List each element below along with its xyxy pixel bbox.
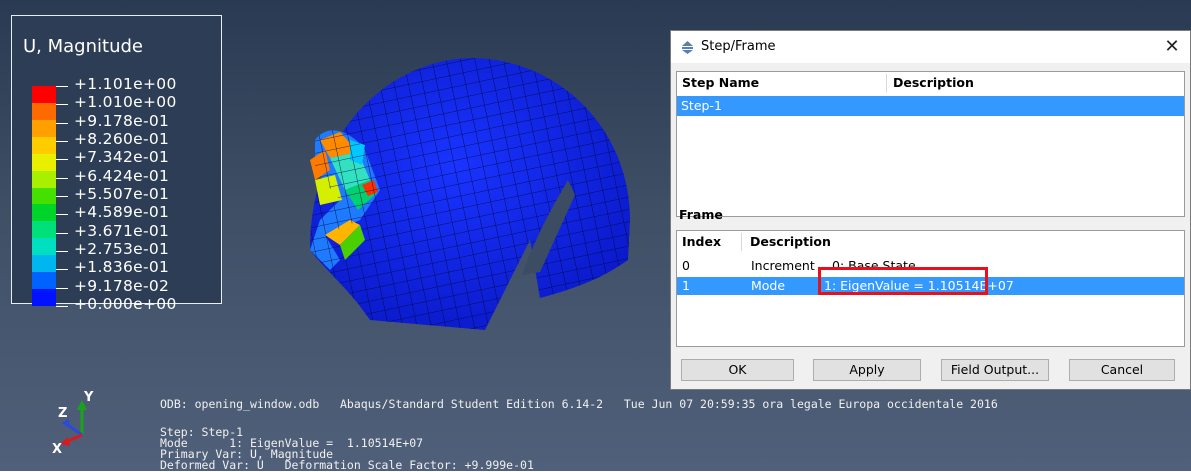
legend-color-cell	[32, 221, 56, 239]
legend-tick	[56, 269, 68, 271]
legend-value-label: +9.178e-02	[74, 276, 170, 295]
axis-triad: Y Z X	[50, 390, 110, 460]
deformed-dome-model[interactable]	[270, 40, 650, 330]
header-divider	[741, 233, 742, 251]
legend-value-label: +1.101e+00	[74, 75, 177, 93]
legend-color-bar	[32, 86, 56, 306]
legend-value-label: +0.000e+00	[74, 295, 177, 313]
legend-value-label: +2.753e-01	[74, 240, 170, 258]
frame-description-header[interactable]: Description	[750, 231, 831, 253]
legend-tick	[56, 232, 68, 234]
frame-type-cell: Mode	[751, 278, 786, 293]
legend-tick	[56, 251, 68, 252]
legend-value-label: +8.260e-01	[74, 130, 170, 148]
frame-index-header[interactable]: Index	[682, 231, 721, 253]
legend-color-cell	[32, 170, 56, 188]
legend-color-cell	[32, 272, 56, 290]
legend-value-label: +3.671e-01	[74, 221, 170, 240]
frame-index-cell: 0	[682, 258, 690, 273]
legend-value-label: +7.342e-01	[74, 148, 170, 167]
legend-tick	[56, 141, 68, 142]
legend-color-cell	[32, 289, 56, 306]
legend-value-label: +4.589e-01	[74, 203, 170, 222]
legend-color-cell	[32, 187, 56, 205]
legend-color-cell	[32, 119, 56, 137]
legend-color-cell	[32, 86, 56, 103]
dialog-titlebar[interactable]: Step/Frame ✕	[671, 31, 1190, 63]
step-name-header[interactable]: Step Name	[682, 72, 759, 94]
cancel-button[interactable]: Cancel	[1069, 359, 1175, 381]
header-divider	[886, 74, 887, 92]
annotation-highlight-box	[818, 267, 988, 295]
odb-info-line: ODB: opening_window.odb Abaqus/Standard …	[160, 397, 998, 411]
legend-title: U, Magnitude	[23, 36, 143, 57]
deformed-var-line: Deformed Var: U Deformation Scale Factor…	[160, 458, 534, 472]
step-row-step-1[interactable]: Step-1	[677, 96, 1184, 116]
legend-value-label: +9.178e-01	[74, 111, 170, 130]
legend-value-label: +6.424e-01	[74, 166, 170, 185]
close-button[interactable]: ✕	[1160, 35, 1184, 59]
legend-tick	[56, 86, 68, 87]
frame-section-label: Frame	[679, 207, 723, 222]
legend-tick	[56, 306, 68, 307]
legend-color-cell	[32, 136, 56, 154]
legend-color-cell	[32, 204, 56, 222]
legend-color-cell	[32, 153, 56, 171]
legend-color-cell	[32, 238, 56, 256]
legend-color-cell	[32, 102, 56, 120]
step-list[interactable]: Step Name Description Step-1	[676, 71, 1185, 217]
legend-tick	[56, 196, 68, 197]
legend-tick	[56, 287, 68, 289]
legend-value-label: +1.836e-01	[74, 258, 170, 277]
frame-type-cell: Increment	[751, 258, 815, 273]
legend-value-label: +5.507e-01	[74, 185, 170, 203]
legend-tick	[56, 159, 68, 161]
step-frame-icon	[682, 41, 693, 54]
frame-index-cell: 1	[682, 278, 690, 293]
field-output-button[interactable]: Field Output...	[941, 359, 1049, 381]
legend-ticks	[56, 86, 70, 307]
triad-z-label: Z	[58, 406, 68, 421]
step-description-header[interactable]: Description	[893, 72, 974, 94]
apply-button[interactable]: Apply	[813, 359, 921, 381]
legend-color-cell	[32, 255, 56, 273]
legend-value-label: +1.010e+00	[74, 93, 177, 112]
legend-tick	[56, 214, 68, 216]
dialog-title: Step/Frame	[701, 39, 776, 54]
legend-tick	[56, 122, 68, 124]
triad-y-label: Y	[84, 390, 94, 405]
ok-button[interactable]: OK	[681, 359, 794, 381]
step-frame-dialog: Step/Frame ✕ Step Name Description Step-…	[670, 30, 1191, 390]
legend-tick	[56, 104, 68, 106]
step-name-cell: Step-1	[681, 98, 722, 113]
triad-x-label: X	[52, 442, 63, 457]
legend-tick	[56, 177, 68, 179]
contour-legend: U, Magnitude +1.101e+00 +1.010e+00 +9.178e…	[11, 15, 222, 312]
